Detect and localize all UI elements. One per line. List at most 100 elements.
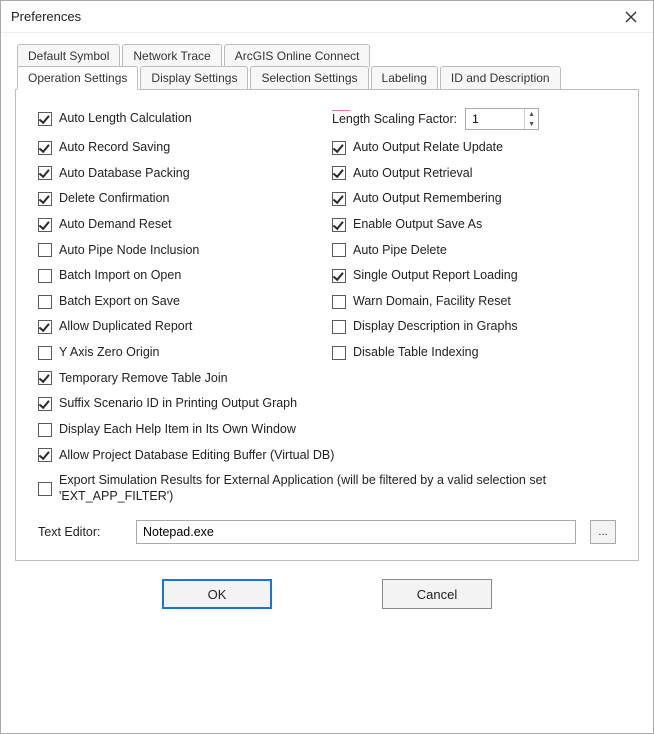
opt-enable-output-save-as[interactable]: Enable Output Save As — [332, 217, 616, 233]
preferences-window: Preferences Default Symbol Network Trace… — [0, 0, 654, 734]
opt-auto-database-packing[interactable]: Auto Database Packing — [38, 166, 322, 182]
checkbox-icon[interactable] — [332, 320, 346, 334]
opt-disable-table-indexing[interactable]: Disable Table Indexing — [332, 345, 616, 361]
spinner-arrows[interactable]: ▲ ▼ — [524, 109, 538, 129]
option-label: Single Output Report Loading — [353, 268, 518, 284]
opt-warn-domain-facility-reset[interactable]: Warn Domain, Facility Reset — [332, 294, 616, 310]
tab-default-symbol[interactable]: Default Symbol — [17, 44, 120, 67]
content-area: Default Symbol Network Trace ArcGIS Onli… — [1, 33, 653, 733]
checkbox-icon[interactable] — [332, 141, 346, 155]
checkbox-icon[interactable] — [38, 448, 52, 462]
window-title: Preferences — [11, 9, 619, 24]
operation-settings-panel: Auto Length Calculation Length Scaling F… — [15, 89, 639, 561]
checkbox-icon[interactable] — [38, 423, 52, 437]
close-icon[interactable] — [619, 5, 643, 29]
option-label: Auto Record Saving — [59, 140, 170, 156]
option-label: Auto Output Retrieval — [353, 166, 473, 182]
spinner-up-icon[interactable]: ▲ — [525, 109, 538, 119]
two-column-options: Auto Length Calculation Length Scaling F… — [38, 108, 616, 361]
option-label: Auto Database Packing — [59, 166, 190, 182]
tab-display-settings[interactable]: Display Settings — [140, 66, 248, 90]
option-label: Y Axis Zero Origin — [59, 345, 160, 361]
option-label: Warn Domain, Facility Reset — [353, 294, 511, 310]
opt-auto-pipe-node-inclusion[interactable]: Auto Pipe Node Inclusion — [38, 243, 322, 259]
opt-display-each-help-item[interactable]: Display Each Help Item in Its Own Window — [38, 422, 616, 438]
opt-display-description-in-graphs[interactable]: Display Description in Graphs — [332, 319, 616, 335]
option-label: Display Description in Graphs — [353, 319, 518, 335]
opt-auto-demand-reset[interactable]: Auto Demand Reset — [38, 217, 322, 233]
opt-export-simulation-results[interactable]: Export Simulation Results for External A… — [38, 473, 616, 504]
checkbox-icon[interactable] — [38, 192, 52, 206]
length-scaling-factor-row: Length Scaling Factor: ▲ ▼ — [332, 108, 616, 130]
opt-y-axis-zero-origin[interactable]: Y Axis Zero Origin — [38, 345, 322, 361]
opt-temporary-remove-table-join[interactable]: Temporary Remove Table Join — [38, 371, 616, 387]
cancel-button[interactable]: Cancel — [382, 579, 492, 609]
tab-operation-settings[interactable]: Operation Settings — [17, 66, 138, 90]
opt-batch-import-on-open[interactable]: Batch Import on Open — [38, 268, 322, 284]
spinner-down-icon[interactable]: ▼ — [525, 119, 538, 129]
opt-auto-output-remembering[interactable]: Auto Output Remembering — [332, 191, 616, 207]
checkbox-icon[interactable] — [332, 192, 346, 206]
checkbox-icon[interactable] — [38, 166, 52, 180]
checkbox-icon[interactable] — [38, 295, 52, 309]
option-label: Disable Table Indexing — [353, 345, 479, 361]
tab-network-trace[interactable]: Network Trace — [122, 44, 221, 67]
browse-button[interactable]: ... — [590, 520, 616, 544]
opt-auto-pipe-delete[interactable]: Auto Pipe Delete — [332, 243, 616, 259]
checkbox-icon[interactable] — [332, 243, 346, 257]
tab-id-and-description[interactable]: ID and Description — [440, 66, 561, 90]
opt-single-output-report-loading[interactable]: Single Output Report Loading — [332, 268, 616, 284]
length-scaling-factor-spinner[interactable]: ▲ ▼ — [465, 108, 539, 130]
option-label: Batch Export on Save — [59, 294, 180, 310]
checkbox-icon[interactable] — [38, 141, 52, 155]
checkbox-icon[interactable] — [332, 346, 346, 360]
checkbox-icon[interactable] — [38, 320, 52, 334]
length-scaling-factor-label: Length Scaling Factor: — [332, 112, 457, 126]
checkbox-icon[interactable] — [38, 269, 52, 283]
checkbox-icon[interactable] — [332, 295, 346, 309]
option-label: Enable Output Save As — [353, 217, 482, 233]
checkbox-icon[interactable] — [332, 166, 346, 180]
tab-selection-settings[interactable]: Selection Settings — [250, 66, 368, 90]
ok-button[interactable]: OK — [162, 579, 272, 609]
checkbox-icon[interactable] — [38, 218, 52, 232]
tab-row-2: Operation Settings Display Settings Sele… — [15, 65, 639, 89]
option-label: Display Each Help Item in Its Own Window — [59, 422, 296, 438]
opt-auto-output-retrieval[interactable]: Auto Output Retrieval — [332, 166, 616, 182]
checkbox-icon[interactable] — [38, 112, 52, 126]
opt-batch-export-on-save[interactable]: Batch Export on Save — [38, 294, 322, 310]
opt-auto-record-saving[interactable]: Auto Record Saving — [38, 140, 322, 156]
option-label: Delete Confirmation — [59, 191, 169, 207]
text-editor-label: Text Editor: — [38, 525, 122, 539]
option-label: Auto Length Calculation — [59, 111, 192, 127]
option-label: Temporary Remove Table Join — [59, 371, 228, 387]
opt-suffix-scenario-id[interactable]: Suffix Scenario ID in Printing Output Gr… — [38, 396, 616, 412]
opt-auto-output-relate-update[interactable]: Auto Output Relate Update — [332, 140, 616, 156]
checkbox-icon[interactable] — [38, 371, 52, 385]
option-label: Suffix Scenario ID in Printing Output Gr… — [59, 396, 297, 412]
opt-allow-duplicated-report[interactable]: Allow Duplicated Report — [38, 319, 322, 335]
option-label: Batch Import on Open — [59, 268, 181, 284]
dialog-buttons: OK Cancel — [15, 561, 639, 623]
checkbox-icon[interactable] — [38, 482, 52, 496]
fullwidth-options: Temporary Remove Table Join Suffix Scena… — [38, 371, 616, 505]
text-editor-input[interactable] — [136, 520, 576, 544]
option-label: Auto Output Relate Update — [353, 140, 503, 156]
option-label: Auto Demand Reset — [59, 217, 172, 233]
tab-labeling[interactable]: Labeling — [371, 66, 438, 90]
opt-delete-confirmation[interactable]: Delete Confirmation — [38, 191, 322, 207]
length-scaling-factor-input[interactable] — [466, 109, 524, 129]
tab-row-1: Default Symbol Network Trace ArcGIS Onli… — [15, 43, 639, 66]
checkbox-icon[interactable] — [332, 269, 346, 283]
titlebar: Preferences — [1, 1, 653, 33]
opt-allow-project-db-editing-buffer[interactable]: Allow Project Database Editing Buffer (V… — [38, 448, 616, 464]
checkbox-icon[interactable] — [38, 397, 52, 411]
checkbox-icon[interactable] — [332, 218, 346, 232]
opt-auto-length-calculation[interactable]: Auto Length Calculation — [38, 108, 322, 130]
option-label: Auto Output Remembering — [353, 191, 502, 207]
tab-arcgis-online-connect[interactable]: ArcGIS Online Connect — [224, 44, 371, 67]
option-label: Allow Duplicated Report — [59, 319, 192, 335]
checkbox-icon[interactable] — [38, 346, 52, 360]
checkbox-icon[interactable] — [38, 243, 52, 257]
option-label: Allow Project Database Editing Buffer (V… — [59, 448, 334, 464]
